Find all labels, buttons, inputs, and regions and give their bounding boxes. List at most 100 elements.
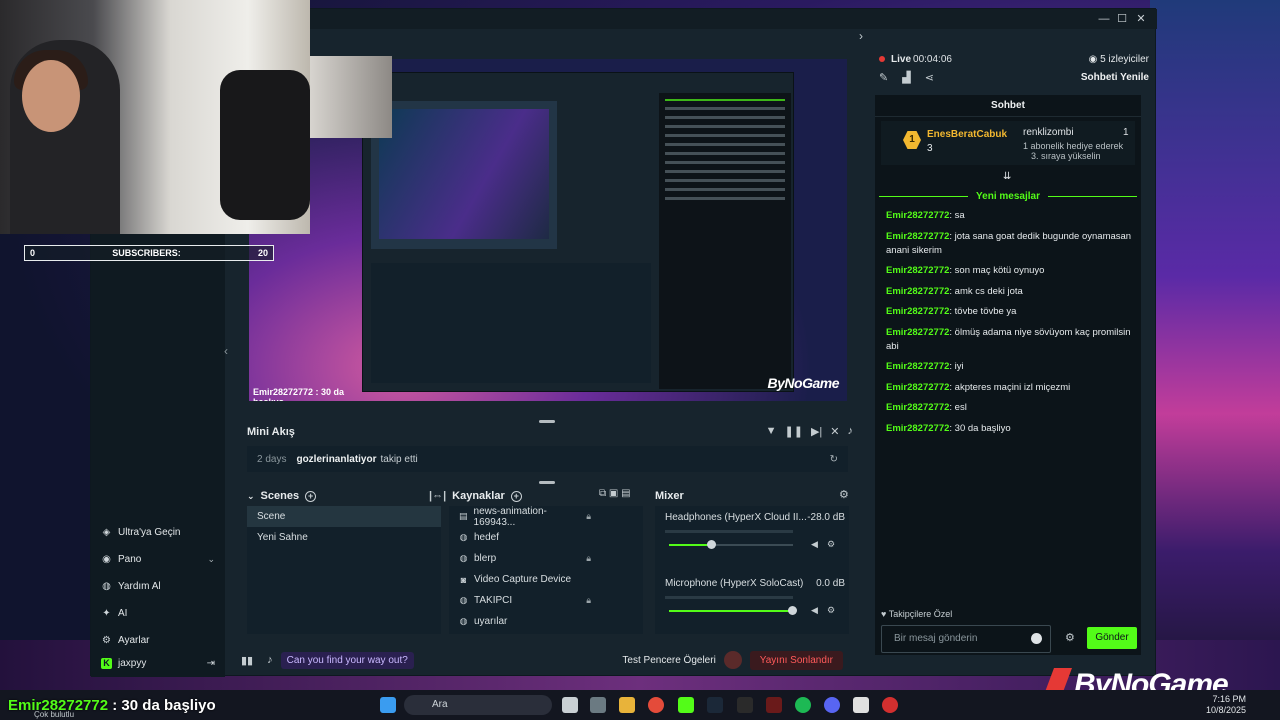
lock-icon[interactable]: 🔒︎ [586, 553, 591, 564]
folder-icon[interactable]: ▣ [609, 488, 618, 499]
gift-icon[interactable]: ▟ [902, 71, 910, 84]
spotify-icon[interactable] [795, 697, 811, 713]
sidebar-item-dashboard[interactable]: ◉ Pano ⌄ [91, 546, 225, 573]
group-icon[interactable]: ⧉ [599, 488, 606, 499]
chat-message: Emir28272772: 30 da başliyo [886, 422, 1136, 436]
refresh-chat-button[interactable]: Sohbeti Yenile [1081, 72, 1149, 83]
speaker-icon[interactable]: ◀ [811, 539, 818, 550]
chat-username[interactable]: Emir28272772 [886, 306, 949, 317]
logout-icon[interactable]: ⇥ [207, 658, 215, 669]
taskbar-search[interactable]: Ara [404, 695, 552, 715]
app-icon[interactable] [766, 697, 782, 713]
discord-icon[interactable] [824, 697, 840, 713]
lock-icon[interactable]: 🔒︎ [586, 595, 591, 606]
sidebar-item-ultra[interactable]: ◈ Ultra'ya Geçin [91, 519, 225, 546]
maximize-button[interactable]: ☐ [1113, 11, 1131, 27]
mute-alerts-icon[interactable]: ✕ [830, 425, 839, 438]
app-icon[interactable] [882, 697, 898, 713]
source-item[interactable]: ◍ blerp 🔒︎ [449, 548, 643, 569]
volume-slider[interactable] [669, 606, 797, 615]
mixer-settings-icon[interactable]: ⚙ [839, 488, 849, 501]
second-gifter-name[interactable]: renklizombi [1023, 127, 1074, 138]
epic-games-icon[interactable] [737, 697, 753, 713]
source-item[interactable]: ◍ uyarılar [449, 611, 643, 632]
chat-username[interactable]: Emir28272772 [886, 402, 949, 413]
add-source-icon[interactable]: + [510, 490, 522, 502]
scene-item[interactable]: Scene [247, 506, 441, 527]
chat-settings-icon[interactable]: ⚙ [1065, 631, 1075, 644]
streamer-face [22, 60, 80, 132]
live-label: Live [891, 53, 912, 65]
top-gifter-name[interactable]: EnesBeratCabuk [927, 129, 1007, 140]
chat-username[interactable]: Emir28272772 [886, 361, 949, 372]
send-button[interactable]: Gönder [1087, 627, 1137, 649]
speaker-icon[interactable]: ◀ [811, 605, 818, 616]
edit-icon[interactable]: ✎ [879, 71, 888, 84]
chat-username[interactable]: Emir28272772 [886, 210, 949, 221]
collapse-icon[interactable]: ⌄ [247, 491, 255, 502]
chevron-down-icon[interactable]: ⌄ [207, 554, 215, 565]
chevron-down-icon[interactable]: ⇊ [1003, 171, 1011, 182]
sidebar-item-ai[interactable]: ✦ AI [91, 600, 225, 627]
stats-icon[interactable]: ▮▮ [241, 654, 253, 667]
emoji-icon[interactable] [1031, 633, 1042, 644]
source-item[interactable]: ◍ hedef [449, 527, 643, 548]
chat-input[interactable]: Bir mesaj gönderin [881, 625, 1051, 653]
studio-bottom-bar: ▮▮ ♪ Can you find your way out? Test Pen… [241, 649, 851, 671]
test-widgets-button[interactable]: Test Pencere Ögeleri [622, 655, 715, 666]
task-view-icon[interactable] [562, 697, 578, 713]
lock-icon[interactable]: 🔒︎ [586, 511, 591, 522]
mini-feed-title: Mini Akış [247, 426, 295, 438]
chrome-icon[interactable] [648, 697, 664, 713]
close-button[interactable]: ✕ [1132, 11, 1150, 27]
chat-username[interactable]: Emir28272772 [886, 382, 949, 393]
chat-username[interactable]: Emir28272772 [886, 286, 949, 297]
chat-username[interactable]: Emir28272772 [886, 327, 949, 338]
scene-item[interactable]: Yeni Sahne [247, 527, 441, 548]
gear-icon[interactable]: ⚙ [827, 605, 835, 616]
stream-prompt[interactable]: Can you find your way out? [280, 651, 414, 669]
collapse-sidebar-icon[interactable]: ‹ [224, 344, 228, 358]
mixer-title: Mixer [655, 490, 684, 502]
volume-icon[interactable]: ♪ [848, 425, 854, 438]
gear-icon[interactable]: ⚙ [827, 539, 835, 550]
replay-icon[interactable]: ↻ [830, 454, 838, 465]
event-user[interactable]: gozlerinanlatiyor [296, 454, 376, 465]
preview-ticker: Emir28272772 : 30 da başlıyo [253, 387, 345, 401]
volume-slider-knob[interactable] [707, 540, 717, 549]
skip-icon[interactable]: ▶| [811, 425, 822, 438]
subscriber-goal-bar: 0 SUBSCRIBERS: 20 [24, 245, 274, 261]
expand-icon[interactable]: |⇔| [429, 490, 446, 502]
channel-db: -28.0 dB [807, 512, 845, 523]
user-profile[interactable]: K jaxpyy ⇥ [91, 650, 225, 676]
add-scene-icon[interactable]: + [305, 490, 317, 502]
kick-studio-icon[interactable] [678, 697, 694, 713]
share-icon[interactable]: ⋖ [925, 71, 934, 84]
clock-time: 7:16 PM [1212, 694, 1246, 704]
pause-icon[interactable]: ❚❚ [785, 425, 803, 438]
app-icon[interactable] [853, 697, 869, 713]
source-item[interactable]: ◍ TAKIPCI 🔒︎ [449, 590, 643, 611]
widgets-icon[interactable] [590, 697, 606, 713]
chat-username[interactable]: Emir28272772 [886, 423, 949, 434]
source-item[interactable]: ◙ Video Capture Device [449, 569, 643, 590]
file-explorer-icon[interactable] [619, 697, 635, 713]
filter-icon[interactable]: ▼ [766, 425, 777, 438]
clock-date: 10/8/2025 [1205, 705, 1246, 715]
minimize-button[interactable]: — [1095, 11, 1113, 27]
volume-slider-knob[interactable] [788, 606, 797, 615]
end-stream-button[interactable]: Yayını Sonlandır [749, 650, 843, 670]
chat-username[interactable]: Emir28272772 [886, 265, 949, 276]
add-folder-icon[interactable]: ▤ [621, 488, 630, 499]
windows-start-icon[interactable] [380, 697, 396, 713]
volume-slider[interactable] [669, 540, 793, 549]
sidebar-item-help[interactable]: ◍ Yardım Al [91, 573, 225, 600]
avatar[interactable] [723, 651, 742, 669]
resize-handle[interactable] [539, 481, 555, 484]
taskbar-clock[interactable]: 7:16 PM 10/8/2025 [1206, 694, 1246, 716]
notification-icon[interactable]: ♪ [267, 654, 273, 666]
source-item[interactable]: ▤ news-animation-169943... 🔒︎ [449, 506, 643, 528]
chat-username[interactable]: Emir28272772 [886, 231, 949, 242]
expand-chat-icon[interactable]: › [859, 29, 863, 43]
steam-icon[interactable] [707, 697, 723, 713]
